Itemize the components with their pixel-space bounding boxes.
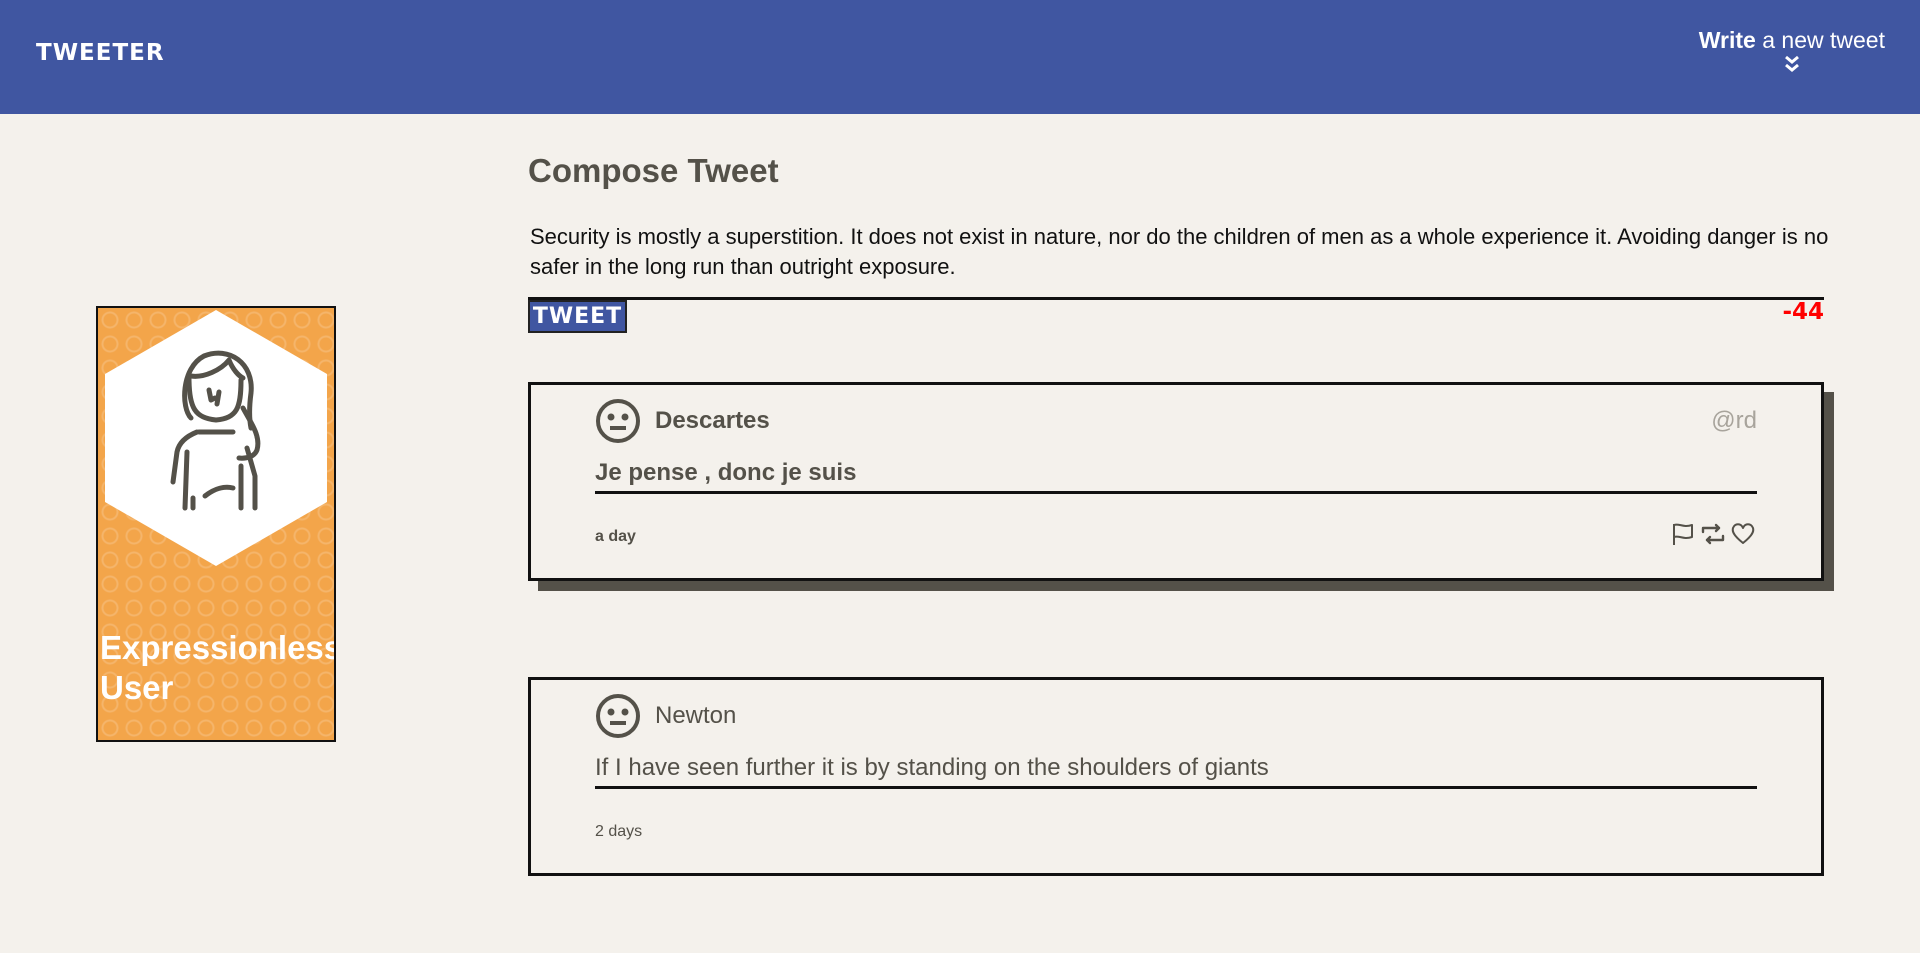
compose-tweet-input[interactable]: Security is mostly a superstition. It do… xyxy=(530,222,1830,282)
write-new-tweet-button[interactable]: Write a new tweet xyxy=(1699,27,1885,74)
double-chevron-down-icon xyxy=(1784,55,1799,72)
tweet-card: Descartes @rd Je pense , donc je suis a … xyxy=(528,382,1824,581)
profile-name: Expressionless User xyxy=(100,629,336,706)
profile-card: Expressionless User xyxy=(96,306,336,742)
compose-divider xyxy=(528,297,1824,300)
tweet-author: Descartes xyxy=(655,407,770,434)
flag-icon[interactable] xyxy=(1669,520,1697,548)
tweet-author: Newton xyxy=(655,702,737,729)
tweet-actions xyxy=(1669,520,1757,548)
tweet-submit-button[interactable]: TWEET xyxy=(528,300,627,333)
retweet-icon[interactable] xyxy=(1699,520,1727,548)
tweet-content: If I have seen further it is by standing… xyxy=(595,754,1757,789)
tweet-timestamp: 2 days xyxy=(595,823,643,840)
tweet-timestamp: a day xyxy=(595,528,636,545)
write-new-tweet-label: Write a new tweet xyxy=(1698,27,1885,53)
expressionless-face-icon xyxy=(596,694,640,738)
tweet-card: Newton If I have seen further it is by s… xyxy=(528,677,1824,876)
top-navbar: TWEETER Write a new tweet xyxy=(0,0,1920,114)
brand-logo[interactable]: TWEETER xyxy=(36,40,165,66)
tweet-handle: @rd xyxy=(1711,407,1757,434)
tweet-content: Je pense , donc je suis xyxy=(595,459,1757,494)
heart-icon[interactable] xyxy=(1729,520,1757,548)
compose-title: Compose Tweet xyxy=(528,152,779,189)
character-counter: -44 xyxy=(1782,299,1824,325)
user-avatar-icon xyxy=(170,350,261,511)
avatar-hexagon xyxy=(105,310,327,566)
expressionless-face-icon xyxy=(596,399,640,443)
